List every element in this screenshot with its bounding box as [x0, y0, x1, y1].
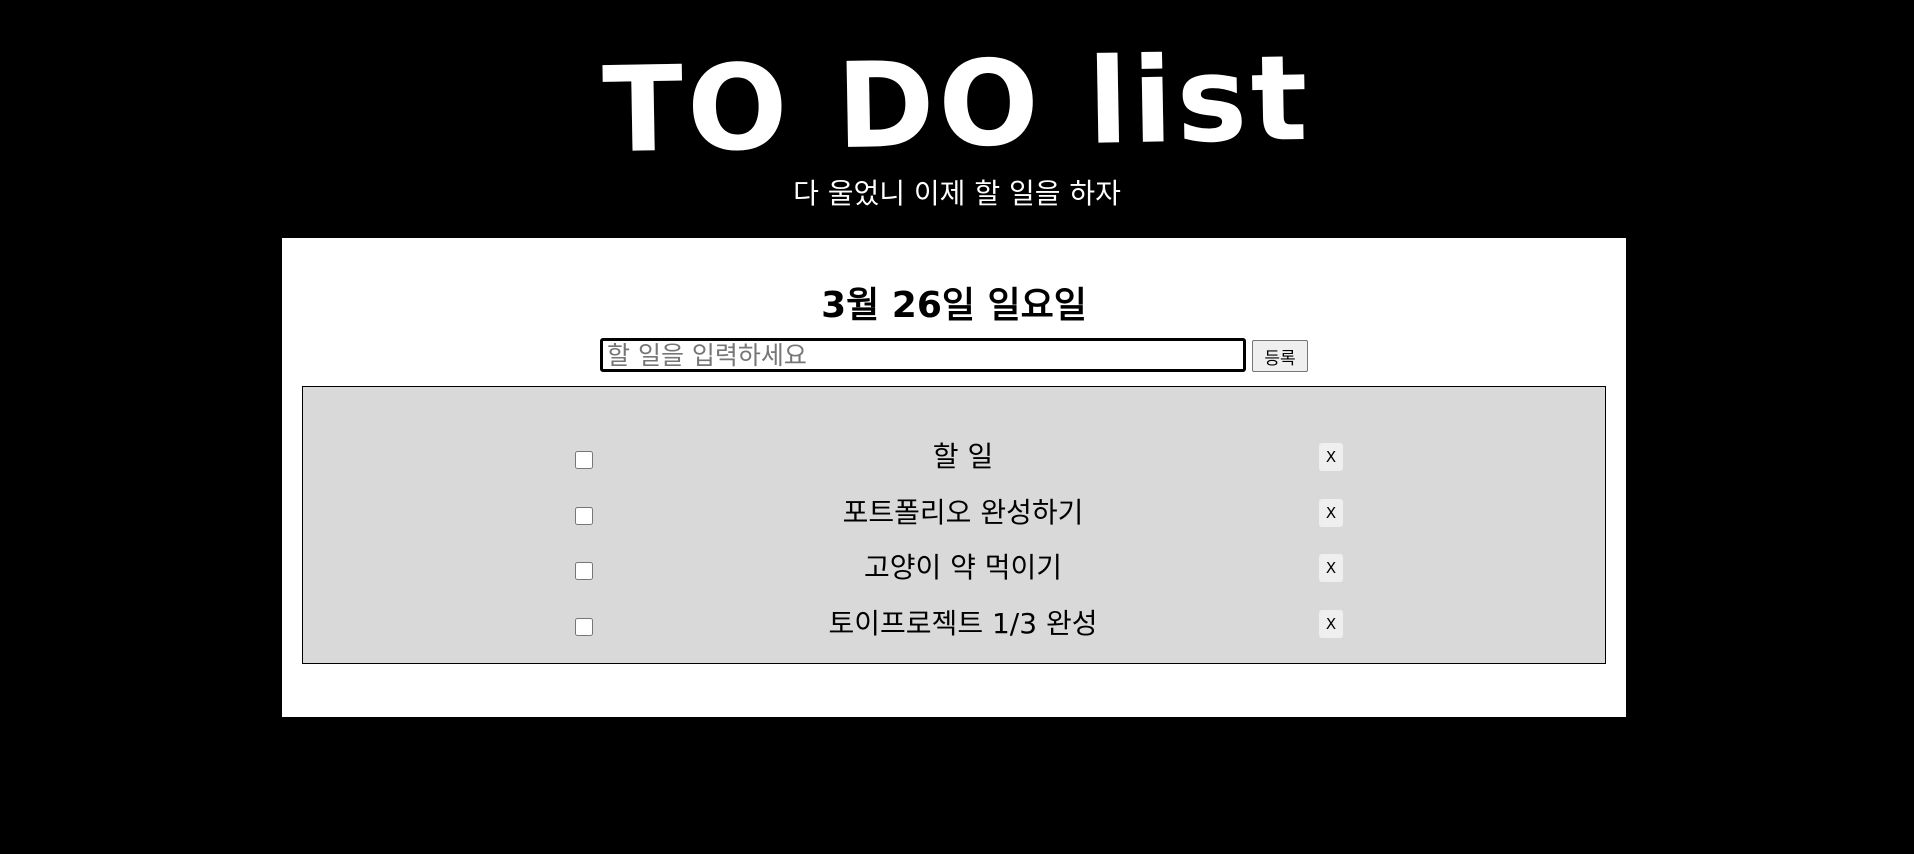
delete-button[interactable]: X	[1319, 554, 1343, 582]
todo-text: 토이프로젝트 1/3 완성	[828, 607, 1098, 640]
todo-list: 할 일 X 포트폴리오 완성하기 X 고양이 약 먹이기 X 토이프로젝트 1/…	[302, 386, 1606, 664]
app-title: TO DO list	[601, 28, 1313, 180]
todo-text: 고양이 약 먹이기	[863, 551, 1063, 584]
todo-item: 할 일 X	[303, 437, 1605, 477]
delete-button[interactable]: X	[1319, 610, 1343, 638]
todo-checkbox[interactable]	[575, 507, 593, 525]
todo-text: 할 일	[932, 440, 994, 473]
todo-item: 토이프로젝트 1/3 완성 X	[303, 604, 1605, 644]
page-header: TO DO list 다 울었니 이제 할 일을 하자	[0, 0, 1914, 238]
todo-text: 포트폴리오 완성하기	[842, 496, 1084, 529]
delete-button[interactable]: X	[1319, 443, 1343, 471]
todo-item: 포트폴리오 완성하기 X	[303, 493, 1605, 533]
todo-checkbox[interactable]	[575, 618, 593, 636]
app-subtitle: 다 울었니 이제 할 일을 하자	[793, 177, 1121, 210]
delete-button[interactable]: X	[1319, 499, 1343, 527]
todo-item: 고양이 약 먹이기 X	[303, 548, 1605, 588]
register-button[interactable]: 등록	[1252, 340, 1308, 372]
todo-checkbox[interactable]	[575, 451, 593, 469]
todo-card: 3월 26일 일요일 등록 할 일 X 포트폴리오 완성하기 X 고양이 약 먹…	[282, 238, 1626, 717]
date-heading: 3월 26일 일요일	[821, 285, 1087, 326]
todo-input[interactable]	[600, 338, 1246, 372]
todo-checkbox[interactable]	[575, 562, 593, 580]
